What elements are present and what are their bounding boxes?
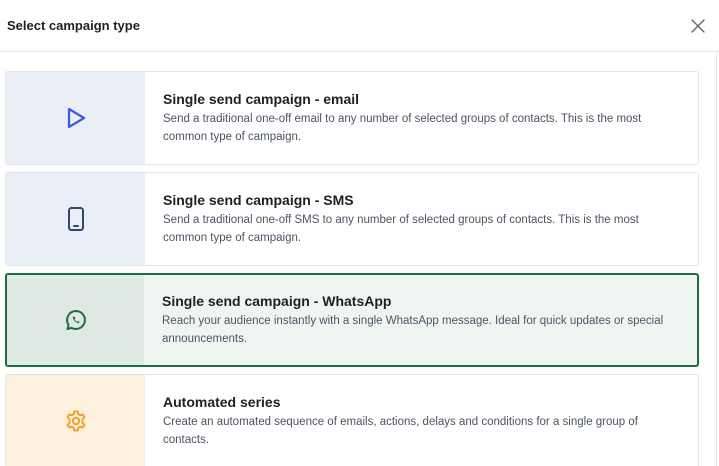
campaign-icon-box [6, 375, 145, 466]
modal-title: Select campaign type [7, 18, 140, 33]
scroll-edge [716, 52, 717, 466]
campaign-option-title: Single send campaign - email [163, 91, 360, 107]
modal-header: Select campaign type [0, 0, 719, 52]
campaign-option-description: Create an automated sequence of emails, … [163, 416, 638, 446]
campaign-option-description: Reach your audience instantly with a sin… [162, 315, 664, 345]
campaign-option-automated-series[interactable]: Automated series Create an automated seq… [5, 374, 699, 466]
campaign-type-modal: Select campaign type Single send campaig… [0, 0, 719, 466]
campaign-icon-box [6, 173, 145, 265]
campaign-option-email[interactable]: Single send campaign - email Send a trad… [5, 71, 699, 165]
campaign-option-whatsapp[interactable]: Single send campaign - WhatsApp Reach yo… [5, 273, 699, 367]
whatsapp-icon [65, 310, 86, 330]
campaign-option-title: Single send campaign - WhatsApp [162, 293, 392, 309]
campaign-option-description: Send a traditional one-off SMS to any nu… [163, 214, 639, 244]
campaign-option-description: Send a traditional one-off email to any … [163, 113, 642, 143]
gear-icon [66, 410, 85, 432]
campaign-option-title: Single send campaign - SMS [163, 192, 354, 208]
play-icon [67, 107, 85, 129]
close-icon [691, 18, 705, 33]
campaign-type-list: Single send campaign - email Send a trad… [5, 71, 699, 466]
mobile-phone-icon [67, 207, 84, 231]
close-button[interactable] [687, 15, 709, 37]
campaign-icon-box [7, 275, 144, 365]
campaign-icon-box [6, 72, 145, 164]
campaign-option-title: Automated series [163, 394, 281, 410]
campaign-option-sms[interactable]: Single send campaign - SMS Send a tradit… [5, 172, 699, 266]
